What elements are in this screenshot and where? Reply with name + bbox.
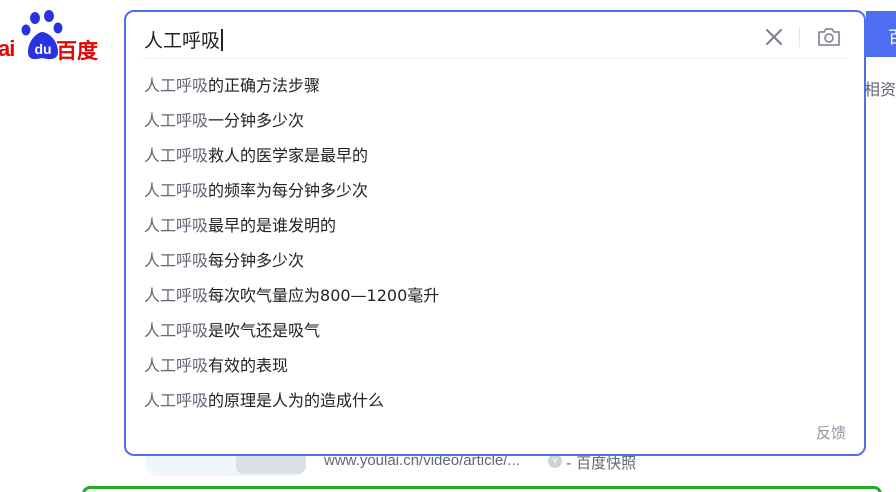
logo-text-right: 百度 [56, 39, 98, 63]
suggestion-item[interactable]: 人工呼吸的正确方法步骤 [144, 76, 844, 111]
suggestion-item[interactable]: 人工呼吸的原理是人为的造成什么 [144, 391, 844, 426]
feedback-link[interactable]: 反馈 [816, 422, 846, 443]
close-icon[interactable] [763, 26, 785, 48]
search-query-text: 人工呼吸 [144, 30, 221, 52]
chevron-down-icon[interactable]: ∨ [548, 454, 562, 468]
camera-icon[interactable] [816, 24, 842, 50]
icon-divider [799, 27, 800, 47]
input-divider [142, 58, 848, 59]
suggestion-item[interactable]: 人工呼吸一分钟多少次 [144, 111, 844, 146]
suggestion-item[interactable]: 人工呼吸是吹气还是吸气 [144, 321, 844, 356]
search-button-label: 百 [888, 28, 896, 48]
suggestion-item[interactable]: 人工呼吸的频率为每分钟多少次 [144, 181, 844, 216]
suggestion-item[interactable]: 人工呼吸救人的医学家是最早的 [144, 146, 844, 181]
logo-badge-text: du [34, 41, 51, 57]
suggestion-item[interactable]: 人工呼吸每次吹气量应为800—1200毫升 [144, 286, 844, 321]
logo-text-left: ai [0, 36, 15, 61]
text-caret [221, 29, 223, 51]
search-button[interactable]: 百 [866, 11, 896, 57]
suggestion-item[interactable]: 人工呼吸有效的表现 [144, 356, 844, 391]
suggestion-item[interactable]: 人工呼吸最早的是谁发明的 [144, 216, 844, 251]
background-nav-text: 相资讯 [864, 80, 896, 99]
result-card-border [82, 486, 882, 492]
search-dropdown: 人工呼吸 人工呼吸的正确方法步骤 人工呼吸一分钟多少次 人工呼吸救人的医学家是最… [124, 10, 866, 456]
suggestion-item[interactable]: 人工呼吸每分钟多少次 [144, 251, 844, 286]
suggestion-list: 人工呼吸的正确方法步骤 人工呼吸一分钟多少次 人工呼吸救人的医学家是最早的 人工… [144, 76, 844, 426]
baidu-logo[interactable]: du ai 百度 [0, 10, 110, 63]
search-input[interactable]: 人工呼吸 [144, 26, 223, 53]
